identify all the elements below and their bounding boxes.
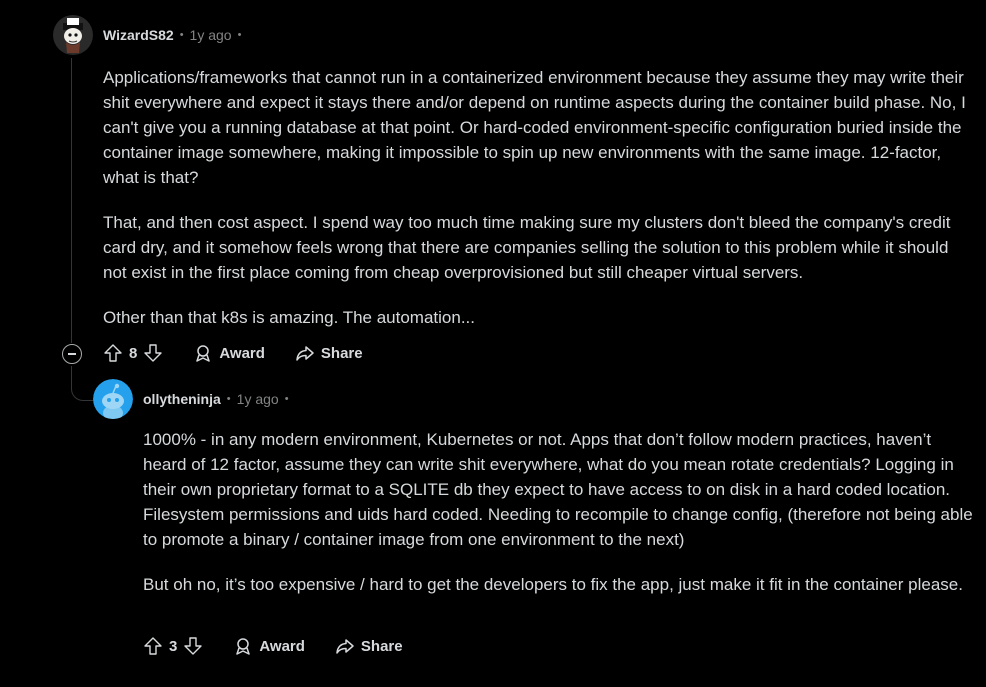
username[interactable]: WizardS82 (103, 27, 174, 43)
share-button[interactable]: Share (295, 343, 363, 363)
avatar[interactable] (93, 379, 133, 419)
comment-paragraph: Other than that k8s is amazing. The auto… (103, 308, 475, 327)
comment-body: 1000% - in any modern environment, Kuber… (143, 427, 973, 617)
thread-elbow (71, 366, 94, 401)
comment-actions: 8 Award Share (103, 343, 363, 363)
share-icon (335, 636, 355, 656)
comment-paragraph: 1000% - in any modern environment, Kuber… (143, 430, 973, 549)
share-label: Share (360, 637, 403, 655)
thread-line (71, 58, 72, 343)
upvote-icon[interactable] (103, 343, 123, 363)
comment-paragraph: But oh no, it’s too expensive / hard to … (143, 575, 963, 594)
downvote-icon[interactable] (143, 343, 163, 363)
vote-score: 3 (169, 637, 178, 655)
comment-paragraph: That, and then cost aspect. I spend way … (103, 213, 951, 282)
award-icon (233, 636, 253, 656)
comment-body: Applications/frameworks that cannot run … (103, 65, 973, 350)
upvote-icon[interactable] (143, 636, 163, 656)
share-button[interactable]: Share (335, 636, 403, 656)
downvote-icon[interactable] (183, 636, 203, 656)
award-label: Award (219, 344, 265, 362)
vote-group: 8 (103, 343, 163, 363)
award-button[interactable]: Award (193, 343, 265, 363)
timestamp[interactable]: 1y ago (190, 27, 232, 43)
comment-paragraph: Applications/frameworks that cannot run … (103, 68, 966, 187)
separator: • (237, 29, 242, 41)
collapse-icon[interactable] (62, 344, 82, 364)
separator: • (179, 29, 184, 41)
comment-actions: 3 Award Share (143, 636, 403, 656)
award-label: Award (259, 637, 305, 655)
award-button[interactable]: Award (233, 636, 305, 656)
award-icon (193, 343, 213, 363)
share-label: Share (320, 344, 363, 362)
separator: • (226, 393, 231, 405)
avatar[interactable] (53, 15, 93, 55)
username[interactable]: ollytheninja (143, 391, 221, 407)
vote-group: 3 (143, 636, 203, 656)
vote-score: 8 (129, 344, 138, 362)
share-icon (295, 343, 315, 363)
timestamp[interactable]: 1y ago (237, 391, 279, 407)
comment-meta: WizardS82 • 1y ago • (103, 27, 241, 43)
comment-meta: ollytheninja • 1y ago • (143, 391, 289, 407)
separator: • (284, 393, 289, 405)
